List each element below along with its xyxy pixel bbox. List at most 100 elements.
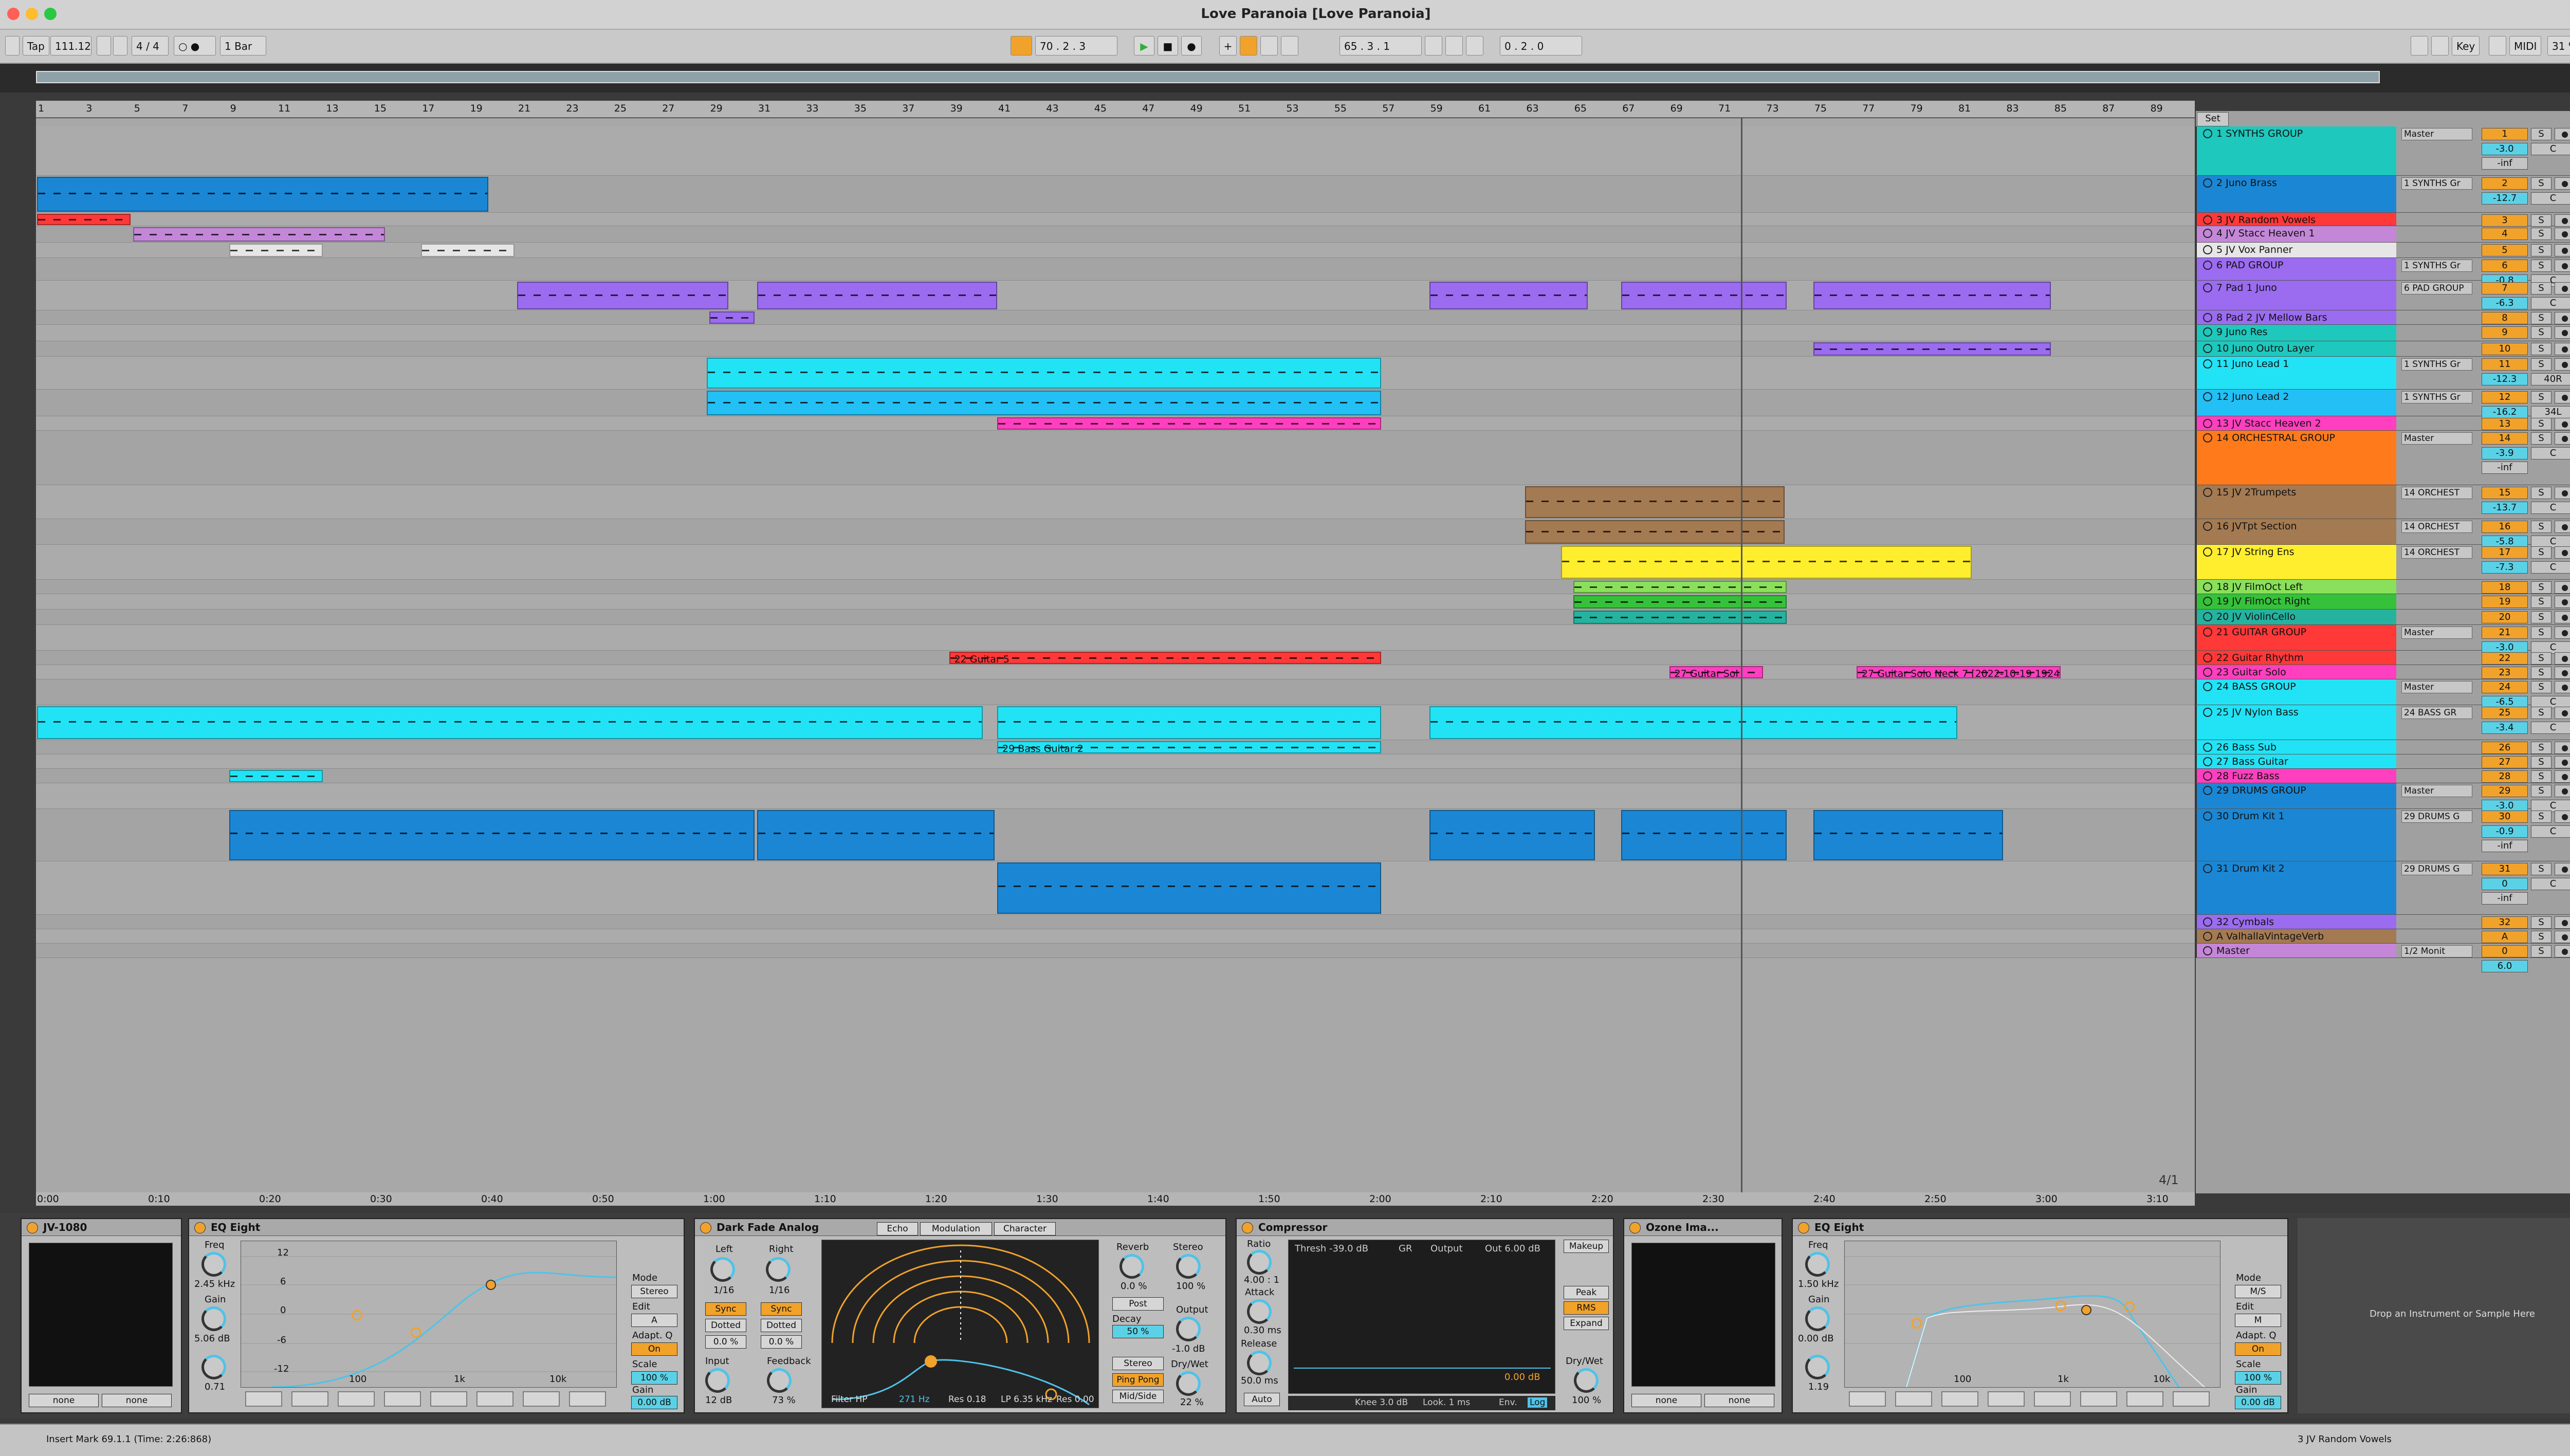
clip[interactable] [37, 706, 983, 739]
arm-button[interactable] [2555, 244, 2570, 256]
decay-field[interactable]: 50 % [1112, 1325, 1164, 1338]
track-lane[interactable] [36, 769, 2195, 783]
arm-button[interactable] [2555, 756, 2570, 768]
input-value[interactable]: 12 dB [705, 1395, 732, 1406]
scale-field[interactable]: 100 % [631, 1371, 677, 1385]
track-activator[interactable]: 23 [2482, 667, 2528, 679]
clip[interactable] [37, 214, 131, 225]
track-header[interactable]: 20 JV ViolinCello 20 S [2196, 610, 2570, 625]
solo-button[interactable]: S [2531, 742, 2551, 754]
eq-display[interactable]: 12 6 0 -6 -12 100 1k 10k [241, 1241, 617, 1388]
clip[interactable] [997, 706, 1382, 739]
track-lane[interactable] [36, 625, 2195, 651]
track-title-area[interactable]: 6 PAD GROUP [2196, 258, 2396, 280]
clip[interactable] [1621, 282, 1787, 309]
track-fold-icon[interactable] [2203, 757, 2212, 766]
output-routing-select[interactable]: 14 ORCHEST [2401, 546, 2472, 559]
tap-tempo-button[interactable]: Tap [23, 36, 49, 56]
filter-hp-value[interactable]: 271 Hz [899, 1394, 930, 1405]
clip[interactable] [1429, 810, 1595, 860]
clip[interactable] [997, 417, 1382, 430]
track-title-area[interactable]: 9 Juno Res [2196, 325, 2396, 341]
track-fold-icon[interactable] [2203, 129, 2212, 138]
track-title-area[interactable]: 29 DRUMS GROUP [2196, 783, 2396, 808]
track-lane[interactable] [36, 754, 2195, 769]
left-time-knob[interactable] [710, 1257, 735, 1282]
track-title-area[interactable]: 18 JV FilmOct Left [2196, 580, 2396, 594]
solo-button[interactable]: S [2531, 785, 2551, 797]
stereo-knob[interactable] [1176, 1254, 1201, 1279]
volume-field[interactable]: -12.7 [2482, 192, 2528, 205]
arm-button[interactable] [2555, 667, 2570, 679]
track-activator[interactable]: 14 [2482, 432, 2528, 445]
solo-button[interactable]: S [2531, 770, 2551, 783]
arm-button[interactable] [2555, 358, 2570, 371]
track-fold-icon[interactable] [2203, 522, 2212, 531]
output-routing-select[interactable]: 29 DRUMS G [2401, 863, 2472, 875]
overview-visible-range[interactable] [36, 71, 2380, 83]
pan-field[interactable]: 40R [2531, 373, 2570, 385]
device-eq-eight-1[interactable]: EQ Eight Freq 2.45 kHz Gain 5.06 dB 0.71… [188, 1218, 685, 1413]
solo-button[interactable]: S [2531, 611, 2551, 623]
solo-button[interactable]: S [2531, 418, 2551, 430]
track-fold-icon[interactable] [2203, 547, 2212, 557]
solo-button[interactable]: S [2531, 756, 2551, 768]
track-header[interactable]: 23 Guitar Solo 23 S [2196, 665, 2570, 679]
solo-button[interactable]: S [2531, 945, 2551, 957]
mid-side-button[interactable]: Mid/Side [1112, 1390, 1164, 1403]
release-value[interactable]: 50.0 ms [1241, 1375, 1278, 1386]
track-activator[interactable]: 24 [2482, 681, 2528, 693]
computer-keyboard-icon[interactable] [2431, 36, 2449, 56]
threshold-value[interactable]: Thresh -39.0 dB [1295, 1243, 1368, 1254]
track-header[interactable]: Master 1/2 Monit 0 S 6.0 [2196, 944, 2570, 972]
output-routing-select[interactable]: Master [2401, 785, 2472, 797]
track-fold-icon[interactable] [2203, 245, 2212, 254]
adapt-q-toggle[interactable]: On [2235, 1342, 2281, 1356]
track-header[interactable]: 2 Juno Brass 1 SYNTHS Gr 2 S -12.7 C [2196, 176, 2570, 213]
link-icon[interactable] [5, 36, 20, 56]
volume-field[interactable]: 0 [2482, 878, 2528, 890]
track-activator[interactable]: 25 [2482, 707, 2528, 719]
track-fold-icon[interactable] [2203, 344, 2212, 353]
plugin-display[interactable] [1631, 1243, 1775, 1387]
arm-button[interactable] [2555, 282, 2570, 294]
track-activator[interactable]: 17 [2482, 546, 2528, 559]
track-title-area[interactable]: 27 Bass Guitar [2196, 754, 2396, 768]
track-fold-icon[interactable] [2203, 708, 2212, 717]
clip[interactable]: 29 Bass Guitar 2 [997, 741, 1382, 753]
track-title-area[interactable]: 32 Cymbals [2196, 915, 2396, 929]
output-routing-select[interactable]: 1 SYNTHS Gr [2401, 391, 2472, 403]
clip[interactable] [757, 282, 997, 309]
res1-value[interactable]: Res 0.18 [948, 1394, 986, 1405]
solo-button[interactable]: S [2531, 521, 2551, 533]
track-title-area[interactable]: 16 JVTpt Section [2196, 519, 2396, 544]
track-title-area[interactable]: 23 Guitar Solo [2196, 665, 2396, 679]
volume-field[interactable]: -12.3 [2482, 373, 2528, 385]
record-icon[interactable]: ● [1181, 36, 1202, 56]
track-header[interactable]: 15 JV 2Trumpets 14 ORCHEST 15 S -13.7 C [2196, 485, 2570, 519]
clip[interactable] [1813, 342, 2051, 356]
output-toggle-label[interactable]: Output [1430, 1243, 1463, 1254]
track-lane[interactable] [36, 325, 2195, 341]
clip[interactable] [229, 810, 755, 860]
track-fold-icon[interactable] [2203, 283, 2212, 292]
track-title-area[interactable]: 15 JV 2Trumpets [2196, 485, 2396, 519]
track-header[interactable]: 4 JV Stacc Heaven 1 4 S [2196, 226, 2570, 243]
eq-display[interactable]: 100 1k 10k [1844, 1241, 2220, 1388]
volume-field[interactable]: 6.0 [2482, 960, 2528, 972]
clip[interactable] [1621, 810, 1787, 860]
envelope-log-toggle[interactable]: Log [1528, 1397, 1548, 1408]
track-fold-icon[interactable] [2203, 917, 2212, 927]
attack-knob[interactable] [1247, 1299, 1272, 1324]
track-activator[interactable]: 31 [2482, 863, 2528, 875]
arm-button[interactable] [2555, 785, 2570, 797]
track-fold-icon[interactable] [2203, 612, 2212, 621]
mode-select[interactable]: M/S [2235, 1285, 2281, 1298]
input-knob[interactable] [705, 1368, 730, 1393]
arm-button[interactable] [2555, 810, 2570, 823]
clip[interactable]: 27 Guitar Solo Neck 7 [2022-10-19 192443… [1856, 666, 2061, 678]
clip[interactable] [37, 177, 488, 212]
track-title-area[interactable]: 14 ORCHESTRAL GROUP [2196, 431, 2396, 485]
overdub-icon[interactable]: + [1219, 36, 1237, 56]
track-activator[interactable]: 28 [2482, 770, 2528, 783]
